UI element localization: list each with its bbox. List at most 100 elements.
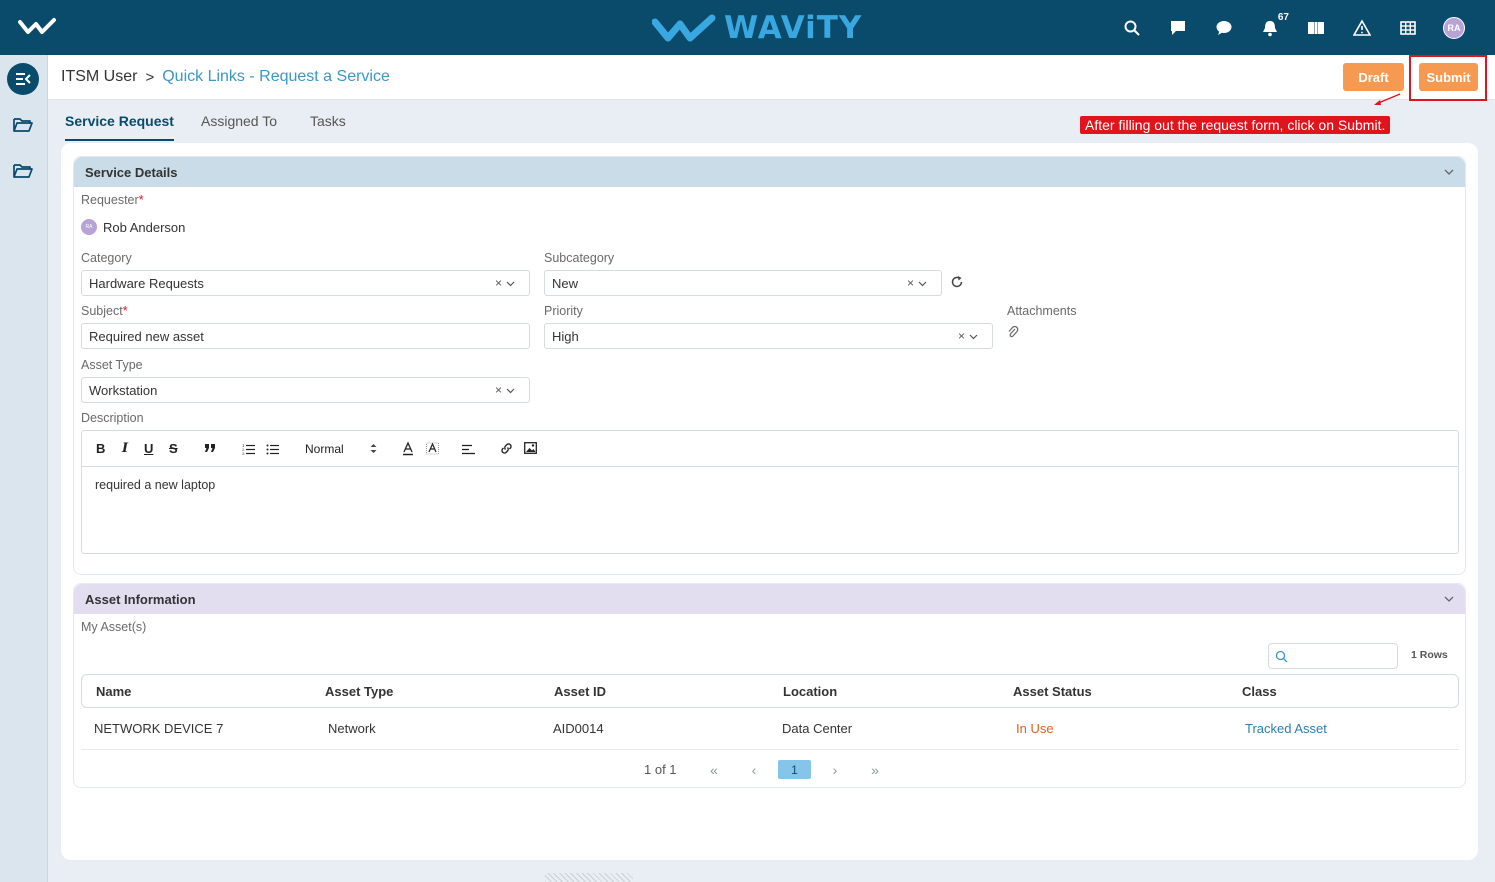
chevron-down-icon[interactable] bbox=[506, 386, 515, 395]
page-summary: 1 of 1 bbox=[644, 762, 677, 777]
submit-highlight-box bbox=[1409, 55, 1487, 101]
top-bar: WAViTY 67 RA bbox=[0, 0, 1495, 55]
user-avatar[interactable]: RA bbox=[1431, 0, 1477, 55]
notification-count: 67 bbox=[1277, 12, 1289, 23]
quote-icon[interactable] bbox=[204, 443, 217, 453]
bullet-list-icon[interactable] bbox=[266, 443, 279, 455]
paperclip-icon[interactable] bbox=[1007, 326, 1019, 340]
underline-icon[interactable]: U bbox=[144, 441, 153, 457]
align-icon[interactable] bbox=[462, 444, 475, 455]
column-header-asset-status[interactable]: Asset Status bbox=[1013, 684, 1092, 699]
clear-icon[interactable]: × bbox=[958, 329, 965, 343]
category-select[interactable]: Hardware Requests × bbox=[81, 270, 530, 296]
description-text[interactable]: required a new laptop bbox=[82, 467, 1458, 503]
tab-assigned-to[interactable]: Assigned To bbox=[201, 113, 277, 139]
assets-table: Name Asset Type Asset ID Location Asset … bbox=[81, 674, 1459, 750]
asset-search-input[interactable] bbox=[1268, 643, 1398, 669]
link-icon[interactable] bbox=[500, 442, 513, 455]
breadcrumb: ITSM User > Quick Links - Request a Serv… bbox=[61, 68, 390, 86]
subcategory-label: Subcategory bbox=[544, 251, 615, 265]
page-header: ITSM User > Quick Links - Request a Serv… bbox=[48, 55, 1495, 100]
chevron-down-icon[interactable] bbox=[506, 279, 515, 288]
breadcrumb-current[interactable]: Quick Links - Request a Service bbox=[162, 68, 390, 86]
clear-icon[interactable]: × bbox=[495, 276, 502, 290]
italic-icon[interactable]: I bbox=[122, 441, 128, 457]
background-color-icon[interactable] bbox=[426, 442, 439, 456]
editor-toolbar: B I U S 123 Normal bbox=[82, 431, 1458, 467]
chevron-down-icon[interactable] bbox=[1443, 593, 1455, 605]
subject-input[interactable]: Required new asset bbox=[81, 323, 530, 349]
column-header-name[interactable]: Name bbox=[96, 684, 131, 699]
column-header-asset-type[interactable]: Asset Type bbox=[325, 684, 393, 699]
resize-handle[interactable] bbox=[545, 873, 633, 882]
clear-icon[interactable]: × bbox=[907, 276, 914, 290]
prev-page-button[interactable]: ‹ bbox=[734, 762, 774, 778]
cell-location: Data Center bbox=[782, 721, 853, 736]
ordered-list-icon[interactable]: 123 bbox=[242, 443, 255, 455]
service-details-header[interactable]: Service Details bbox=[74, 157, 1465, 187]
search-icon bbox=[1275, 650, 1288, 663]
cell-asset-type: Network bbox=[328, 721, 376, 736]
asset-type-label: Asset Type bbox=[81, 358, 143, 372]
menu-collapse-button[interactable] bbox=[7, 63, 39, 95]
service-details-panel: Service Details Requester* RA Rob Anders… bbox=[73, 156, 1466, 575]
wavity-logo-icon[interactable] bbox=[18, 14, 56, 40]
draft-button[interactable]: Draft bbox=[1343, 63, 1404, 91]
description-editor[interactable]: B I U S 123 Normal required a new laptop bbox=[81, 430, 1459, 554]
tab-tasks[interactable]: Tasks bbox=[310, 113, 346, 139]
menu-collapse-icon bbox=[16, 73, 31, 85]
svg-text:3: 3 bbox=[242, 451, 245, 455]
priority-select[interactable]: High × bbox=[544, 323, 993, 349]
format-select[interactable]: Normal bbox=[305, 441, 344, 457]
asset-information-header[interactable]: Asset Information bbox=[74, 584, 1465, 614]
chat-square-icon[interactable] bbox=[1155, 0, 1201, 55]
cell-name: NETWORK DEVICE 7 bbox=[94, 721, 224, 736]
avatar: RA bbox=[1443, 16, 1465, 39]
nav-folder-1[interactable] bbox=[7, 109, 39, 141]
nav-folder-2[interactable] bbox=[7, 155, 39, 187]
row-count: 1 Rows bbox=[1411, 649, 1448, 661]
next-page-button[interactable]: › bbox=[815, 762, 855, 778]
first-page-button[interactable]: « bbox=[694, 762, 734, 778]
folder-icon bbox=[13, 118, 33, 132]
asset-information-panel: Asset Information My Asset(s) 1 Rows Nam… bbox=[73, 583, 1466, 788]
description-label: Description bbox=[81, 411, 144, 425]
refresh-icon[interactable] bbox=[950, 275, 964, 289]
breadcrumb-separator: > bbox=[145, 68, 155, 86]
column-header-class[interactable]: Class bbox=[1242, 684, 1277, 699]
bell-icon[interactable]: 67 bbox=[1247, 0, 1293, 55]
chevron-down-icon[interactable] bbox=[1443, 166, 1455, 178]
text-color-icon[interactable] bbox=[402, 442, 414, 456]
subcategory-select[interactable]: New × bbox=[544, 270, 942, 296]
panel-title: Asset Information bbox=[85, 591, 196, 607]
column-header-location[interactable]: Location bbox=[783, 684, 837, 699]
cell-asset-id: AID0014 bbox=[553, 721, 604, 736]
last-page-button[interactable]: » bbox=[855, 762, 895, 778]
column-header-asset-id[interactable]: Asset ID bbox=[554, 684, 606, 699]
brand-mark-icon bbox=[652, 14, 716, 42]
panel-title: Service Details bbox=[85, 164, 178, 180]
main-card: Service Details Requester* RA Rob Anders… bbox=[61, 143, 1478, 860]
annotation-callout: After filling out the request form, clic… bbox=[1080, 116, 1391, 134]
chat-bubble-icon[interactable] bbox=[1201, 0, 1247, 55]
chevron-down-icon[interactable] bbox=[969, 332, 978, 341]
search-icon[interactable] bbox=[1109, 0, 1155, 55]
asset-type-select[interactable]: Workstation × bbox=[81, 377, 530, 403]
current-page-button[interactable]: 1 bbox=[778, 760, 811, 779]
clear-icon[interactable]: × bbox=[495, 383, 502, 397]
book-icon[interactable] bbox=[1293, 0, 1339, 55]
warning-icon[interactable] bbox=[1339, 0, 1385, 55]
select-arrows-icon[interactable] bbox=[370, 443, 377, 454]
image-icon[interactable] bbox=[524, 442, 537, 454]
breadcrumb-root[interactable]: ITSM User bbox=[61, 68, 137, 86]
attachments-label: Attachments bbox=[1007, 304, 1077, 318]
cell-class[interactable]: Tracked Asset bbox=[1245, 721, 1327, 736]
chevron-down-icon[interactable] bbox=[918, 279, 927, 288]
strikethrough-icon[interactable]: S bbox=[169, 441, 178, 457]
tab-service-request[interactable]: Service Request bbox=[65, 113, 174, 141]
grid-icon[interactable] bbox=[1385, 0, 1431, 55]
table-row[interactable]: NETWORK DEVICE 7 Network AID0014 Data Ce… bbox=[81, 708, 1459, 750]
requester-name: Rob Anderson bbox=[103, 219, 186, 235]
top-icon-bar: 67 RA bbox=[1109, 0, 1477, 55]
bold-icon[interactable]: B bbox=[96, 441, 105, 457]
